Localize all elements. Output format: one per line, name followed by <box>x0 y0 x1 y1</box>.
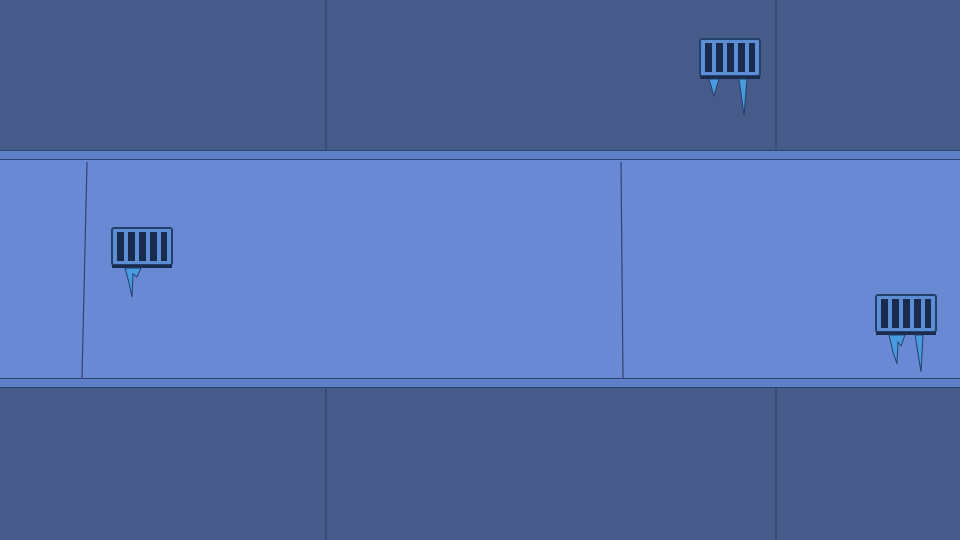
ice-grate-icon <box>875 294 937 373</box>
corridor-seam-left <box>81 161 88 379</box>
corridor-seam-right <box>620 161 624 379</box>
game-scene <box>0 0 960 540</box>
ice-grate-icon <box>111 227 173 298</box>
ice-grate-icon <box>699 38 761 116</box>
